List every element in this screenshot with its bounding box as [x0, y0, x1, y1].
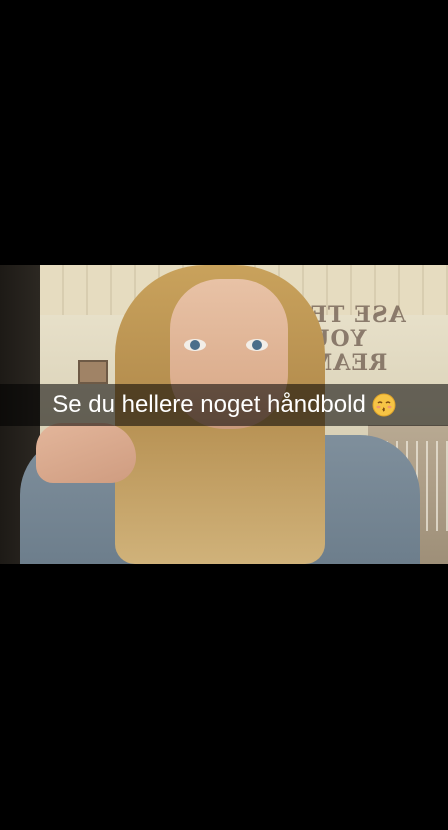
snap-caption-text: Se du hellere noget håndbold: [52, 391, 366, 418]
snap-caption-bar: Se du hellere noget håndbold: [0, 384, 448, 426]
kissing-face-closed-eyes-icon: [372, 393, 396, 417]
left-eye: [184, 339, 206, 351]
pointing-hand: [36, 423, 136, 483]
right-eye: [246, 339, 268, 351]
wall-picture: [78, 360, 108, 384]
snap-viewer[interactable]: ASE TER YOUR REAMS Se du hellere noget h…: [0, 0, 448, 830]
